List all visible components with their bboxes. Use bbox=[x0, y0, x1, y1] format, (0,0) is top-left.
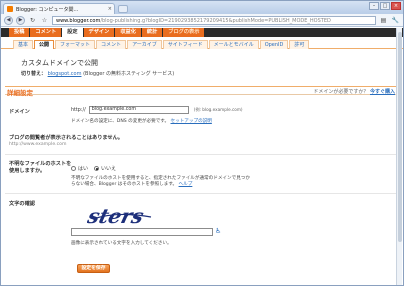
domain-prefix: http:// bbox=[71, 107, 86, 113]
option-yes[interactable]: はい bbox=[71, 165, 88, 172]
minimize-button[interactable]: – bbox=[369, 2, 379, 10]
forward-button[interactable]: ▶ bbox=[16, 15, 25, 25]
tab-close-icon[interactable]: × bbox=[108, 6, 112, 12]
missing-host-options: はい いいえ bbox=[71, 165, 116, 172]
blogger-main-tabs: 投稿 コメント 設定 デザイン 収益化 統計 ブログの表示 bbox=[1, 28, 403, 37]
close-window-button[interactable]: × bbox=[391, 2, 401, 10]
bookmark-star-icon[interactable]: ☆ bbox=[40, 16, 49, 25]
help-link[interactable]: ヘルプ bbox=[179, 182, 193, 187]
settings-sub-tabs: 基本 公開 フォーマット コメント アーカイブ サイトフィード メールとモバイル… bbox=[1, 37, 403, 49]
captcha-input[interactable] bbox=[71, 228, 213, 236]
radio-yes[interactable] bbox=[71, 166, 76, 171]
settings-content: カスタムドメインで公開 切り替え： blogspot.com (Blogger … bbox=[1, 50, 403, 285]
domain-label: ドメイン bbox=[9, 109, 30, 115]
reload-icon[interactable]: ↻ bbox=[28, 16, 37, 25]
tab-monetize[interactable]: 収益化 bbox=[115, 28, 141, 37]
captcha-label: 文字の確認 bbox=[9, 201, 35, 207]
option-no[interactable]: いいえ bbox=[94, 165, 116, 172]
missing-host-desc-2: らない場合、Blogger はそのホストを参照します。 ヘルプ bbox=[71, 181, 192, 187]
browser-window: Blogger: コンピュータ関... × – □ × ◀ ▶ ↻ ☆ www.… bbox=[0, 0, 404, 286]
domain-example: (例: blog.example.com) bbox=[193, 107, 243, 112]
missing-host-label-1: 不明なファイルのホストを bbox=[9, 161, 72, 167]
subtab-openid[interactable]: OpenID bbox=[259, 40, 289, 49]
tab-design[interactable]: デザイン bbox=[83, 28, 115, 37]
captcha-word: sters bbox=[87, 205, 147, 227]
accessibility-icon[interactable]: ♿ bbox=[215, 227, 221, 235]
dns-note-text: ドメイン名の設定に、DNS の変更が必要です。 bbox=[71, 119, 170, 124]
radio-no[interactable] bbox=[94, 166, 100, 171]
advanced-settings-header: 詳細設定 ドメインが必要ですか？ 今すぐ購入 bbox=[5, 86, 399, 97]
tab-comments[interactable]: コメント bbox=[30, 28, 62, 37]
scrollbar-thumb[interactable] bbox=[398, 32, 402, 242]
subtab-comments[interactable]: コメント bbox=[96, 40, 127, 49]
tab-view-blog[interactable]: ブログの表示 bbox=[163, 28, 205, 37]
option-yes-label: はい bbox=[78, 166, 89, 172]
subtab-publishing[interactable]: 公開 bbox=[34, 40, 55, 49]
tab-posting[interactable]: 投稿 bbox=[9, 28, 30, 37]
captcha-image: sters bbox=[87, 205, 152, 227]
captcha-hint: 画像に表示されている文字を入力してください。 bbox=[71, 241, 172, 246]
save-settings-button[interactable]: 設定を保存 bbox=[77, 264, 110, 273]
switch-to-line: 切り替え： blogspot.com (Blogger の無料ホスティング サー… bbox=[21, 70, 174, 77]
subtab-archiving[interactable]: アーカイブ bbox=[127, 40, 162, 49]
need-domain-text: ドメインが必要ですか？ 今すぐ購入 bbox=[313, 88, 395, 95]
address-bar[interactable]: www.blogger.com/blog-publishing.g?blogID… bbox=[52, 15, 376, 25]
page-menu-icon[interactable]: ▤ bbox=[379, 16, 388, 25]
redirect-note: http://www.example.com bbox=[9, 142, 67, 147]
vertical-scrollbar[interactable] bbox=[396, 28, 402, 285]
subtab-site-feed[interactable]: サイトフィード bbox=[162, 40, 208, 49]
tab-settings[interactable]: 設定 bbox=[62, 28, 83, 37]
subtab-permissions[interactable]: 許可 bbox=[289, 40, 310, 49]
browser-tab[interactable]: Blogger: コンピュータ関... × bbox=[3, 3, 115, 14]
switch-suffix: (Blogger の無料ホスティング サービス) bbox=[81, 71, 175, 77]
title-bar: Blogger: コンピュータ関... × – □ × bbox=[1, 1, 403, 14]
missing-host-label-2: 使用しますか。 bbox=[9, 168, 46, 174]
tab-stats[interactable]: 統計 bbox=[141, 28, 163, 37]
need-domain-label: ドメインが必要ですか？ bbox=[313, 89, 369, 95]
dns-note: ドメイン名の設定に、DNS の変更が必要です。 セットアップの説明 bbox=[71, 118, 212, 124]
tools-menu-icon[interactable]: 🔧 bbox=[391, 16, 400, 25]
url-host: www.blogger.com bbox=[56, 17, 101, 24]
maximize-button[interactable]: □ bbox=[380, 2, 390, 10]
page-title: カスタムドメインで公開 bbox=[21, 59, 98, 67]
setup-instructions-link[interactable]: セットアップの説明 bbox=[171, 119, 212, 124]
missing-host-desc-text: らない場合、Blogger はそのホストを参照します。 bbox=[71, 182, 178, 187]
subtab-basic[interactable]: 基本 bbox=[13, 40, 34, 49]
browser-toolbar: ◀ ▶ ↻ ☆ www.blogger.com/blog-publishing.… bbox=[1, 14, 403, 27]
url-path: /blog-publishing.g?blogID=21902938521792… bbox=[100, 17, 331, 24]
buy-now-link[interactable]: 今すぐ購入 bbox=[370, 89, 395, 95]
subtab-email-mobile[interactable]: メールとモバイル bbox=[208, 40, 259, 49]
window-controls: – □ × bbox=[369, 2, 401, 10]
option-no-label: いいえ bbox=[101, 166, 117, 172]
tab-title: Blogger: コンピュータ関... bbox=[16, 6, 79, 13]
switch-label: 切り替え： bbox=[21, 71, 47, 77]
new-tab-button[interactable] bbox=[118, 5, 128, 13]
blogspot-link[interactable]: blogspot.com bbox=[48, 71, 82, 77]
divider bbox=[5, 193, 399, 194]
domain-input[interactable]: blog.example.com bbox=[88, 106, 189, 114]
advanced-heading: 詳細設定 bbox=[7, 89, 33, 97]
blogger-favicon-icon bbox=[7, 6, 13, 12]
divider bbox=[5, 154, 399, 155]
domain-row: http:// blog.example.com (例: blog.exampl… bbox=[71, 106, 243, 114]
redirect-label: ブログの閲覧者が表示されることはありません。 bbox=[9, 135, 123, 141]
back-button[interactable]: ◀ bbox=[4, 15, 13, 25]
subtab-formatting[interactable]: フォーマット bbox=[55, 40, 96, 49]
